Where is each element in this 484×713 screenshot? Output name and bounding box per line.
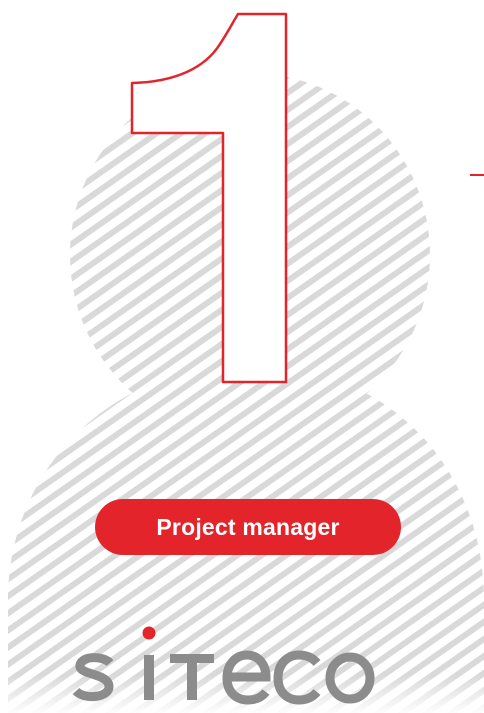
accent-dash — [470, 174, 484, 176]
person-silhouette-illustration — [0, 12, 484, 713]
siteco-logo: siteco — [0, 623, 484, 713]
role-badge: Project manager — [95, 499, 401, 555]
role-badge-label: Project manager — [156, 513, 340, 540]
role-card: Project manager siteco — [0, 0, 484, 713]
